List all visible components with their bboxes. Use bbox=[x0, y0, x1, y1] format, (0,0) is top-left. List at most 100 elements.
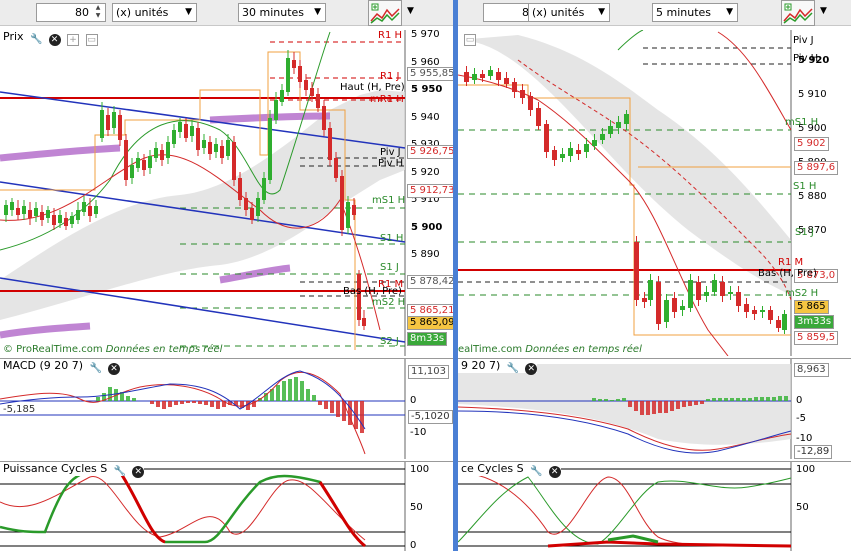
cycles-subchart[interactable]: ce Cycles S 🔧 ✕ 100 50 bbox=[458, 461, 851, 551]
macd-histogram-bar bbox=[330, 401, 334, 413]
candle bbox=[40, 212, 44, 220]
bar-timer-badge: 3m33s bbox=[794, 315, 835, 329]
candle bbox=[536, 108, 541, 126]
candle bbox=[88, 206, 92, 216]
candle bbox=[232, 142, 236, 180]
price-subchart[interactable]: Prix 🔧 ✕ + ▭ 5 970 5 960 5 950 5 940 5 9… bbox=[0, 29, 453, 356]
macd-histogram-bar bbox=[676, 401, 680, 409]
chevron-down-icon[interactable]: ▼ bbox=[820, 6, 827, 16]
candle bbox=[736, 292, 741, 306]
price-axis[interactable]: 5 9705 9605 9505 9405 9305 9205 9105 900… bbox=[407, 29, 453, 356]
maximize-icon[interactable]: + bbox=[67, 34, 80, 46]
last-price-badge: 5 865 bbox=[794, 300, 829, 314]
candle bbox=[642, 298, 647, 302]
candle bbox=[106, 115, 110, 130]
price-axis[interactable]: 5 9205 9105 9005 8905 8805 8705 9025 897… bbox=[794, 30, 851, 356]
wrench-icon[interactable]: 🔧 bbox=[114, 466, 126, 478]
candle bbox=[196, 128, 200, 150]
macd-histogram-bar bbox=[622, 398, 626, 401]
candle bbox=[752, 310, 757, 314]
wrench-icon[interactable]: 🔧 bbox=[30, 34, 42, 46]
unit-value: (x) unités bbox=[532, 6, 585, 19]
close-icon[interactable]: ✕ bbox=[548, 466, 561, 478]
macd-histogram-bar bbox=[306, 389, 310, 401]
macd-histogram-bar bbox=[724, 398, 728, 401]
macd-histogram-bar bbox=[784, 396, 788, 401]
candle bbox=[768, 310, 773, 320]
macd-histogram-bar bbox=[646, 401, 650, 415]
window-icon[interactable]: ▭ bbox=[464, 34, 476, 46]
candle bbox=[472, 74, 477, 80]
macd-histogram-bar bbox=[282, 381, 286, 401]
macd-histogram-bar bbox=[162, 401, 166, 409]
macd-histogram-bar bbox=[766, 397, 770, 401]
candle bbox=[178, 122, 182, 132]
macd-m10-tick: -10 bbox=[410, 427, 427, 438]
macd-histogram-bar bbox=[288, 379, 292, 401]
cycles-tick-50: 50 bbox=[796, 502, 809, 513]
indicators-icon[interactable] bbox=[781, 0, 815, 26]
wrench-icon[interactable]: 🔧 bbox=[507, 363, 519, 375]
window-icon[interactable]: ▭ bbox=[85, 34, 98, 46]
close-icon[interactable]: ✕ bbox=[48, 34, 61, 46]
candle bbox=[776, 320, 781, 328]
candle bbox=[512, 82, 517, 92]
macd-histogram-bar bbox=[186, 401, 190, 403]
macd-histogram-bar bbox=[210, 401, 214, 407]
price-plot[interactable] bbox=[0, 30, 453, 356]
macd-low-value: -12,89 bbox=[794, 445, 833, 459]
candle bbox=[464, 72, 469, 82]
wrench-icon[interactable]: 🔧 bbox=[90, 363, 102, 375]
candle bbox=[648, 280, 653, 300]
price-badge: 5 859,5 bbox=[794, 331, 839, 345]
macd-histogram-bar bbox=[198, 401, 202, 404]
unit-dropdown[interactable]: (x) unités ▼ bbox=[112, 3, 197, 22]
cycles-tick-100: 100 bbox=[410, 464, 430, 475]
chart-title: Prix bbox=[3, 30, 24, 43]
price-titlebar: ▭ bbox=[458, 30, 476, 46]
axis-tick: 5 950 bbox=[411, 84, 443, 95]
macd-plot[interactable]: -5,185 bbox=[0, 359, 453, 459]
price-plot[interactable] bbox=[458, 30, 851, 356]
candle bbox=[46, 210, 50, 218]
chevron-down-icon[interactable]: ▼ bbox=[407, 6, 414, 16]
quantity-spinner[interactable]: 80 ▲▼ bbox=[36, 3, 106, 22]
timeframe-dropdown[interactable]: 30 minutes ▼ bbox=[238, 3, 326, 22]
candle bbox=[100, 110, 104, 138]
candle bbox=[608, 126, 613, 134]
macd-histogram-bar bbox=[192, 401, 196, 403]
macd-subchart[interactable]: 9 20 7) 🔧 ✕ 8,963 0 -5 -10 -12,89 bbox=[458, 358, 851, 459]
cycles-subchart[interactable]: Puissance Cycles S 🔧 ✕ 100 50 0 bbox=[0, 461, 453, 551]
macd-histogram-bar bbox=[634, 401, 638, 411]
macd-histogram-bar bbox=[640, 401, 644, 415]
macd-histogram-bar bbox=[760, 397, 764, 401]
candle bbox=[520, 90, 525, 98]
candle bbox=[712, 280, 717, 292]
candle bbox=[142, 160, 146, 170]
candle bbox=[238, 178, 242, 200]
candle bbox=[208, 142, 212, 154]
candle bbox=[166, 142, 170, 158]
toolbar: 80 ▲▼ (x) unités ▼ 5 minutes ▼ ▼ bbox=[458, 0, 851, 26]
price-subchart[interactable]: ▭ 5 920 5 910 5 900 5 880 5 870 5 902 5 … bbox=[458, 30, 851, 356]
unit-dropdown[interactable]: (x) unités ▼ bbox=[528, 3, 610, 22]
wrench-icon[interactable]: 🔧 bbox=[530, 466, 542, 478]
indicators-icon[interactable] bbox=[368, 0, 402, 26]
candle bbox=[528, 96, 533, 110]
candle bbox=[274, 100, 278, 120]
axis-tick: 5 920 bbox=[798, 55, 830, 66]
macd-histogram-bar bbox=[706, 399, 710, 401]
close-icon[interactable]: ✕ bbox=[108, 363, 121, 375]
axis-tick: 5 900 bbox=[798, 123, 827, 134]
candle bbox=[616, 122, 621, 128]
candle bbox=[696, 282, 701, 300]
candle bbox=[52, 215, 56, 225]
timeframe-dropdown[interactable]: 5 minutes ▼ bbox=[652, 3, 738, 22]
price-badge: 5 878,42 bbox=[407, 275, 453, 289]
spinner-arrows-icon[interactable]: ▲▼ bbox=[92, 4, 104, 21]
candle bbox=[744, 304, 749, 312]
macd-histogram-bar bbox=[318, 401, 322, 405]
macd-subchart[interactable]: MACD (9 20 7) 🔧 ✕ -5,185 11,103 0 -5,102… bbox=[0, 358, 453, 459]
macd-histogram-bar bbox=[628, 401, 632, 407]
candle bbox=[340, 176, 344, 230]
